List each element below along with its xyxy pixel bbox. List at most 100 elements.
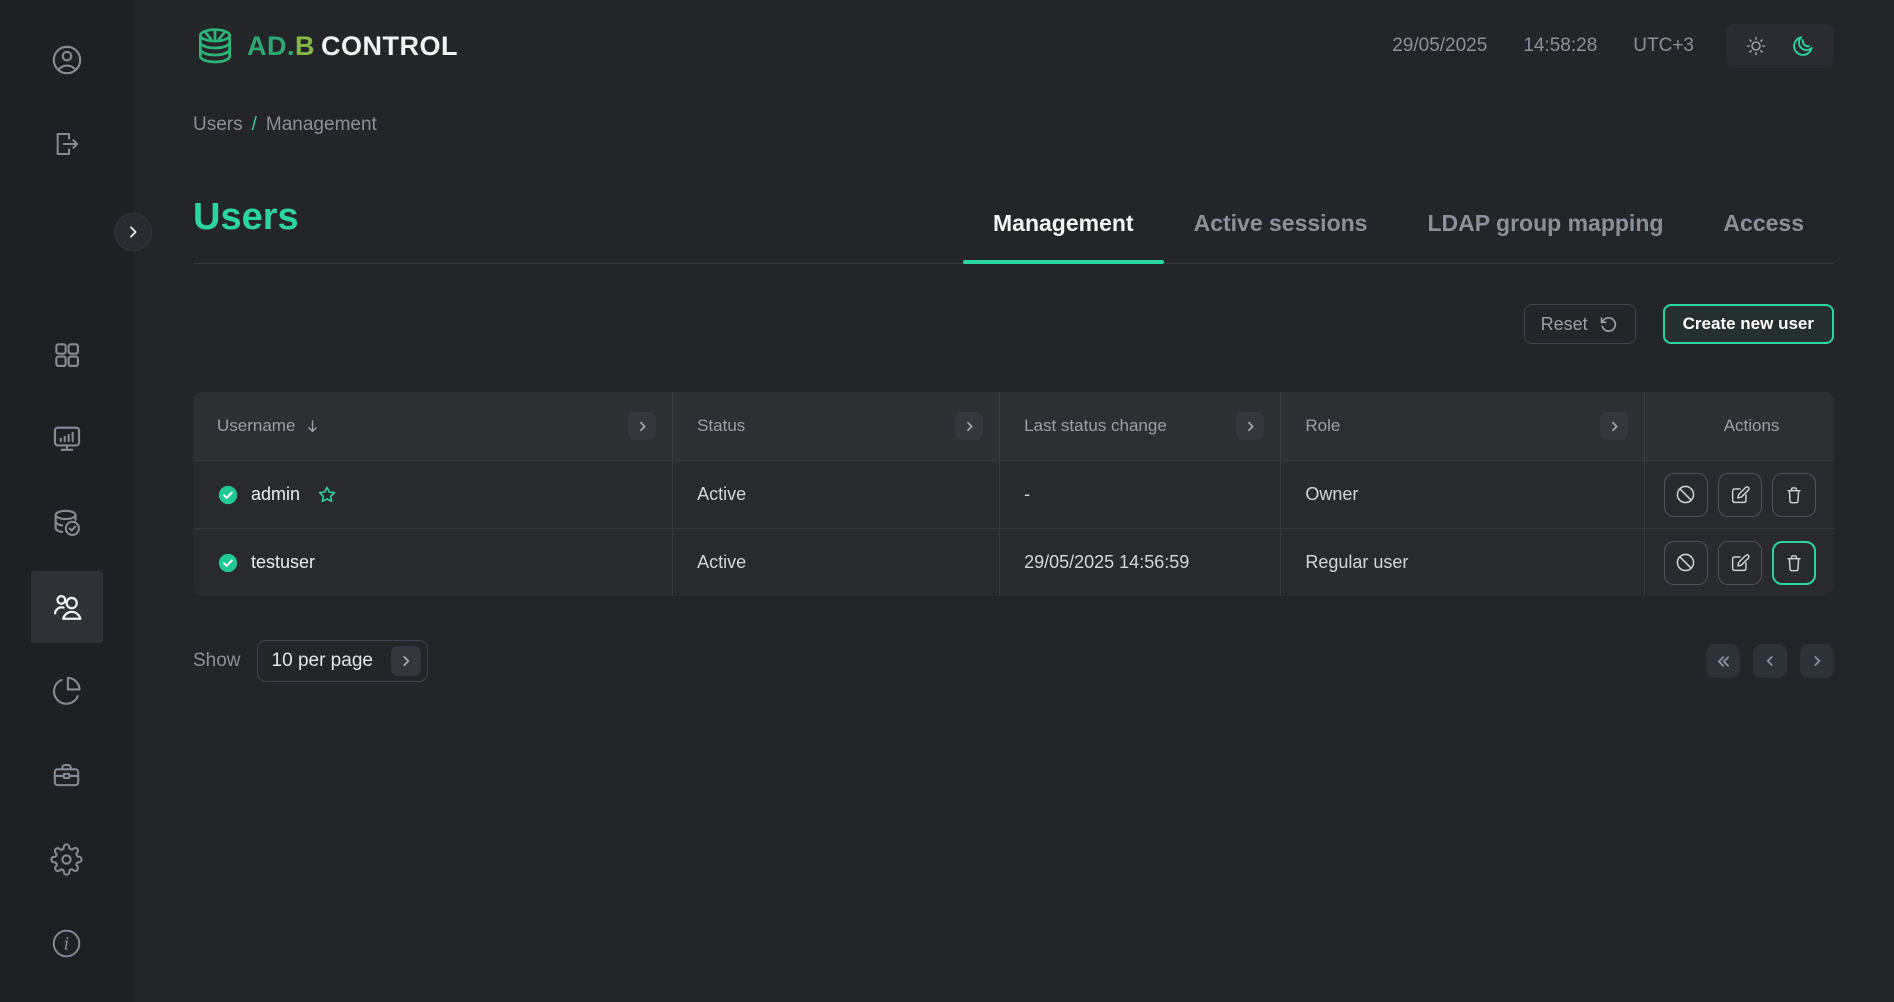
per-page-expand-button[interactable] — [391, 646, 421, 676]
ban-icon — [1674, 551, 1697, 574]
pie-chart-icon — [50, 675, 83, 708]
edit-icon — [1729, 552, 1751, 574]
previous-page-button[interactable] — [1753, 644, 1787, 678]
theme-toggle — [1726, 24, 1834, 68]
topbar: AD.BCONTROL 29/05/2025 14:58:28 UTC+3 — [193, 0, 1834, 70]
user-profile-icon[interactable] — [49, 42, 85, 78]
next-page-button[interactable] — [1800, 644, 1834, 678]
sidebar-item-services[interactable] — [31, 739, 103, 811]
actions-cell — [1644, 461, 1834, 528]
title-bar: Users Management Active sessions LDAP gr… — [193, 196, 1834, 264]
create-new-user-button[interactable]: Create new user — [1663, 304, 1834, 344]
sidebar-item-backup[interactable] — [31, 487, 103, 559]
refresh-ccw-icon — [1598, 314, 1619, 335]
chevron-right-icon — [963, 420, 976, 433]
show-label: Show — [193, 650, 241, 672]
column-header-role: Role — [1280, 392, 1644, 460]
last-status-change-filter-expand-button[interactable] — [1236, 412, 1264, 440]
role-text: Regular user — [1305, 552, 1408, 573]
table-row-admin: admin Active - Owner — [193, 460, 1834, 528]
page-title: Users — [193, 196, 299, 263]
app-logo-text: AD.BCONTROL — [247, 31, 458, 62]
current-time: 14:58:28 — [1523, 35, 1597, 57]
reset-button[interactable]: Reset — [1524, 304, 1636, 344]
table-header-row: Username Status Last s — [193, 392, 1834, 460]
tab-access[interactable]: Access — [1693, 210, 1834, 263]
logout-icon[interactable] — [49, 126, 85, 162]
role-filter-expand-button[interactable] — [1600, 412, 1628, 440]
tab-active-sessions[interactable]: Active sessions — [1164, 210, 1398, 263]
sidebar: i — [0, 0, 133, 1002]
tabs: Management Active sessions LDAP group ma… — [963, 210, 1834, 263]
username-filter-expand-button[interactable] — [628, 412, 656, 440]
ban-icon — [1674, 483, 1697, 506]
chevron-right-icon — [125, 224, 141, 240]
sort-desc-icon[interactable] — [303, 417, 322, 436]
column-label-last-status-change: Last status change — [1024, 416, 1167, 436]
column-label-username[interactable]: Username — [217, 416, 295, 436]
sidebar-item-settings[interactable] — [31, 823, 103, 895]
database-check-icon — [50, 506, 84, 540]
status-text: Active — [697, 484, 746, 505]
edit-icon — [1729, 484, 1751, 506]
toolbar: Reset Create new user — [193, 304, 1834, 344]
block-user-button[interactable] — [1664, 541, 1708, 585]
clock-bar: 29/05/2025 14:58:28 UTC+3 — [1356, 24, 1834, 68]
breadcrumb-separator: / — [252, 114, 257, 136]
sidebar-item-monitoring[interactable] — [31, 403, 103, 475]
edit-user-button[interactable] — [1718, 473, 1762, 517]
column-header-last-status-change: Last status change — [999, 392, 1280, 460]
tab-ldap-group-mapping[interactable]: LDAP group mapping — [1397, 210, 1693, 263]
apps-grid-icon — [51, 339, 83, 371]
app-window: i AD.BCONTROL 29/05/2025 14:58:28 — [0, 0, 1894, 1002]
sidebar-expand-button[interactable] — [114, 213, 152, 251]
edit-user-button[interactable] — [1718, 541, 1762, 585]
settings-icon — [50, 843, 83, 876]
block-user-button[interactable] — [1664, 473, 1708, 517]
svg-text:i: i — [64, 934, 70, 954]
last-status-change-text: - — [1024, 484, 1030, 505]
username-text: admin — [251, 484, 300, 505]
per-page-value: 10 per page — [272, 650, 373, 672]
username-cell: testuser — [193, 529, 672, 596]
chevron-right-icon — [1608, 420, 1621, 433]
star-icon[interactable] — [316, 484, 338, 506]
create-new-user-label: Create new user — [1683, 314, 1814, 334]
breadcrumb-users[interactable]: Users — [193, 114, 243, 136]
column-label-role: Role — [1305, 416, 1340, 436]
role-text: Owner — [1305, 484, 1358, 505]
first-page-icon — [1715, 653, 1732, 670]
breadcrumb-management[interactable]: Management — [266, 114, 377, 136]
timezone: UTC+3 — [1633, 35, 1694, 57]
column-header-username: Username — [193, 392, 672, 460]
username-text: testuser — [251, 552, 315, 573]
app-logo: AD.BCONTROL — [193, 24, 458, 68]
column-label-actions: Actions — [1724, 416, 1780, 436]
check-circle-icon — [217, 484, 239, 506]
check-circle-icon — [217, 552, 239, 574]
sidebar-item-users[interactable] — [31, 571, 103, 643]
users-table: Username Status Last s — [193, 392, 1834, 596]
moon-icon[interactable] — [1790, 33, 1816, 59]
briefcase-icon — [50, 759, 83, 792]
status-filter-expand-button[interactable] — [955, 412, 983, 440]
users-icon — [50, 590, 84, 624]
chevron-right-icon — [636, 420, 649, 433]
first-page-button[interactable] — [1706, 644, 1740, 678]
delete-user-button[interactable] — [1772, 473, 1816, 517]
sidebar-item-reports[interactable] — [31, 655, 103, 727]
chevron-right-icon — [1244, 420, 1257, 433]
previous-page-icon — [1762, 653, 1778, 669]
sun-icon[interactable] — [1744, 34, 1768, 58]
tab-management[interactable]: Management — [963, 210, 1164, 263]
last-status-change-text: 29/05/2025 14:56:59 — [1024, 552, 1189, 573]
pagination — [1706, 644, 1834, 678]
per-page-select[interactable]: 10 per page — [257, 640, 428, 682]
column-header-status: Status — [672, 392, 999, 460]
database-logo-icon — [193, 24, 237, 68]
column-label-status: Status — [697, 416, 745, 436]
delete-user-button[interactable] — [1772, 541, 1816, 585]
sidebar-item-dashboard[interactable] — [31, 319, 103, 391]
main-content: AD.BCONTROL 29/05/2025 14:58:28 UTC+3 — [133, 0, 1894, 1002]
sidebar-item-info[interactable]: i — [31, 907, 103, 979]
